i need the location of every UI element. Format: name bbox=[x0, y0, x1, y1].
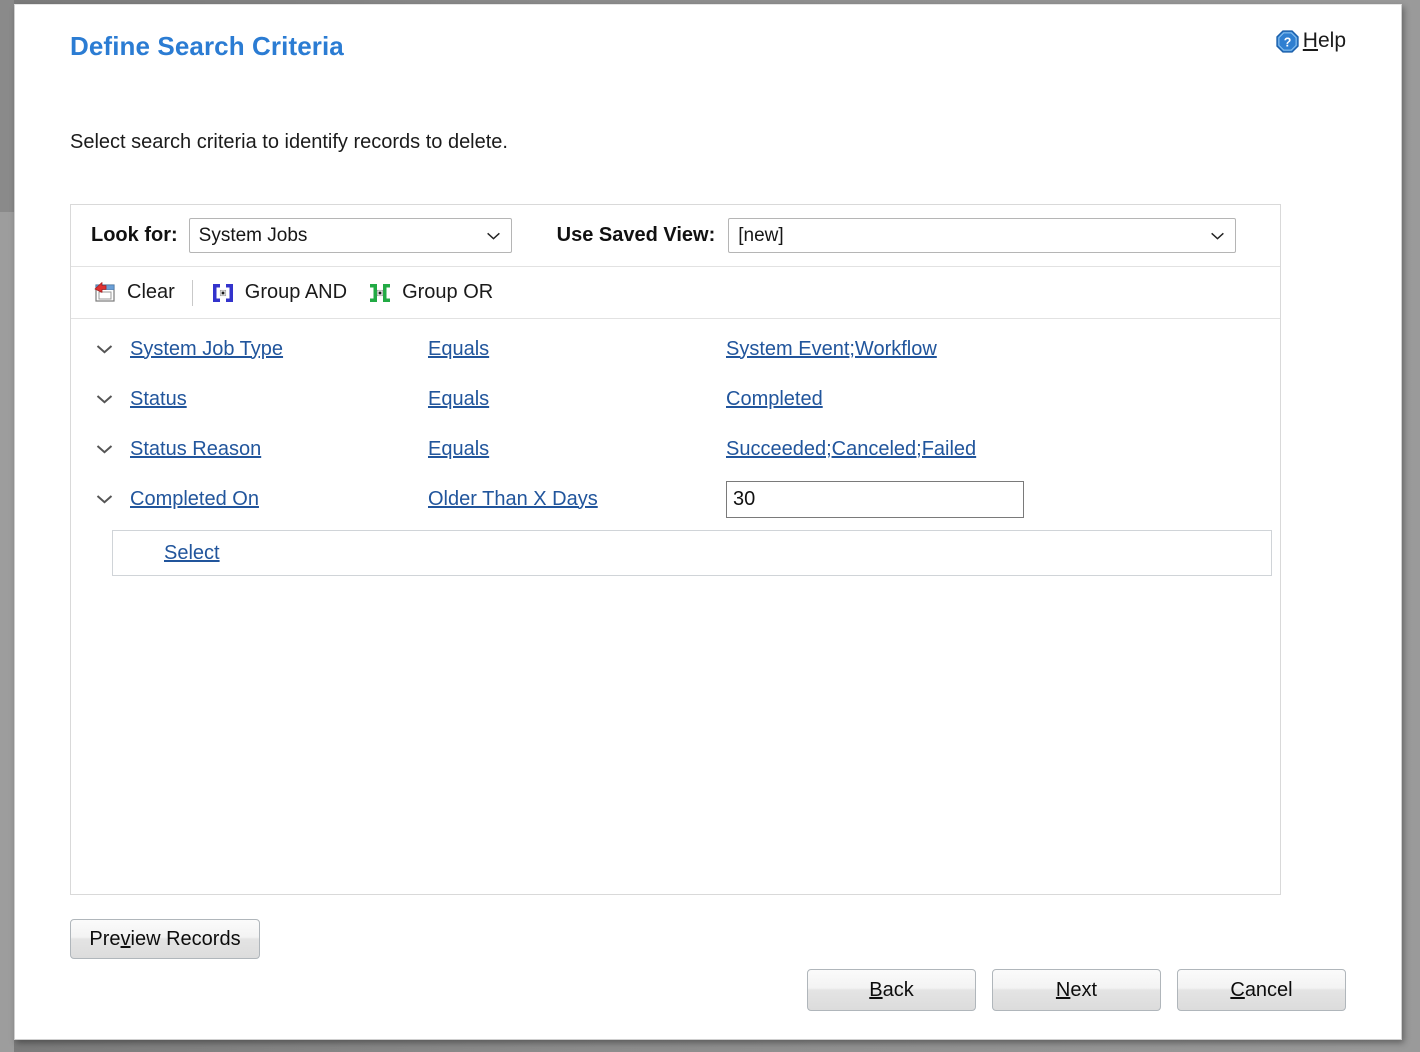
group-and-button[interactable]: Group AND bbox=[200, 278, 357, 308]
preview-records-button[interactable]: Preview Records bbox=[70, 919, 260, 959]
back-button[interactable]: Back bbox=[807, 969, 976, 1011]
criteria-attribute-cell: Status Reason bbox=[130, 438, 428, 461]
criteria-value-cell: System Event;Workflow bbox=[726, 338, 1280, 361]
svg-text:?: ? bbox=[1283, 35, 1291, 49]
criteria-operator-link[interactable]: Older Than X Days bbox=[428, 488, 598, 510]
clear-button[interactable]: Clear bbox=[82, 278, 185, 308]
row-expand-toggle[interactable] bbox=[79, 394, 130, 404]
criteria-operator-cell: Equals bbox=[428, 338, 726, 361]
chevron-down-icon bbox=[1211, 232, 1225, 240]
wizard-window: Define Search Criteria ? Help Select sea… bbox=[14, 4, 1402, 1040]
back-label: Back bbox=[869, 978, 914, 1001]
toolbar-divider bbox=[191, 279, 193, 306]
table-row: Completed On Older Than X Days bbox=[71, 474, 1280, 524]
saved-view-select[interactable]: [new] bbox=[728, 218, 1237, 253]
instruction-text: Select search criteria to identify recor… bbox=[70, 131, 508, 153]
row-expand-toggle[interactable] bbox=[79, 444, 130, 454]
help-link[interactable]: ? Help bbox=[1276, 29, 1346, 53]
criteria-attribute-link[interactable]: Status bbox=[130, 388, 187, 410]
saved-view-select-value: [new] bbox=[738, 224, 784, 246]
chevron-down-icon bbox=[96, 345, 113, 354]
group-and-label: Group AND bbox=[244, 281, 348, 303]
page-title: Define Search Criteria bbox=[70, 31, 344, 61]
criteria-operator-cell: Equals bbox=[428, 438, 726, 461]
next-label: Next bbox=[1055, 978, 1098, 1001]
preview-records-label: Preview Records bbox=[89, 927, 241, 950]
criteria-value-link[interactable]: System Event;Workflow bbox=[726, 338, 937, 360]
select-attribute-link[interactable]: Select bbox=[164, 542, 220, 565]
row-expand-toggle[interactable] bbox=[79, 494, 130, 504]
days-value-input[interactable] bbox=[726, 480, 1024, 518]
criteria-operator-link[interactable]: Equals bbox=[428, 388, 489, 410]
next-button[interactable]: Next bbox=[992, 969, 1161, 1011]
row-expand-toggle[interactable] bbox=[79, 344, 130, 354]
criteria-operator-cell: Older Than X Days bbox=[428, 488, 726, 511]
chevron-down-icon bbox=[486, 232, 500, 240]
criteria-attribute-cell: System Job Type bbox=[130, 338, 428, 361]
group-and-brackets-icon bbox=[210, 280, 236, 306]
criteria-attribute-link[interactable]: System Job Type bbox=[130, 338, 283, 360]
saved-view-label: Use Saved View: bbox=[556, 224, 716, 246]
help-question-icon: ? bbox=[1276, 29, 1299, 53]
criteria-attribute-cell: Status bbox=[130, 388, 428, 411]
chevron-down-icon bbox=[96, 395, 113, 404]
criteria-attribute-link[interactable]: Completed On bbox=[130, 488, 259, 510]
chevron-down-icon bbox=[96, 495, 113, 504]
criteria-value-cell: Completed bbox=[726, 388, 1280, 411]
lookfor-select-value: System Jobs bbox=[198, 224, 308, 246]
group-or-label: Group OR bbox=[402, 281, 494, 303]
criteria-value-cell: Succeeded;Canceled;Failed bbox=[726, 438, 1280, 461]
group-or-button[interactable]: Group OR bbox=[357, 278, 503, 308]
add-criteria-row[interactable]: Select bbox=[112, 530, 1272, 576]
cancel-label: Cancel bbox=[1230, 978, 1293, 1001]
criteria-operator-link[interactable]: Equals bbox=[428, 438, 489, 460]
criteria-attribute-cell: Completed On bbox=[130, 488, 428, 511]
chevron-down-icon bbox=[96, 445, 113, 454]
cancel-button[interactable]: Cancel bbox=[1177, 969, 1346, 1011]
criteria-value-link[interactable]: Succeeded;Canceled;Failed bbox=[726, 438, 976, 460]
group-or-brackets-icon bbox=[367, 280, 393, 306]
table-row: Status Reason Equals Succeeded;Canceled;… bbox=[71, 424, 1280, 474]
table-row: Status Equals Completed bbox=[71, 374, 1280, 424]
clear-window-red-arrow-icon bbox=[92, 280, 118, 306]
help-label: Help bbox=[1302, 29, 1346, 52]
criteria-toolbar: Clear Group AND Group OR bbox=[71, 267, 1280, 319]
wizard-button-row: Back Next Cancel bbox=[807, 969, 1346, 1011]
lookfor-select[interactable]: System Jobs bbox=[188, 218, 512, 253]
lookfor-label: Look for: bbox=[91, 224, 178, 246]
clear-label: Clear bbox=[127, 281, 175, 303]
table-row: System Job Type Equals System Event;Work… bbox=[71, 324, 1280, 374]
criteria-value-cell bbox=[726, 480, 1280, 518]
criteria-panel: Look for: System Jobs Use Saved View: [n… bbox=[70, 204, 1281, 895]
criteria-operator-cell: Equals bbox=[428, 388, 726, 411]
lookfor-bar: Look for: System Jobs Use Saved View: [n… bbox=[71, 205, 1280, 267]
criteria-value-link[interactable]: Completed bbox=[726, 388, 823, 410]
criteria-operator-link[interactable]: Equals bbox=[428, 338, 489, 360]
criteria-attribute-link[interactable]: Status Reason bbox=[130, 438, 261, 460]
criteria-rows: System Job Type Equals System Event;Work… bbox=[71, 319, 1280, 576]
